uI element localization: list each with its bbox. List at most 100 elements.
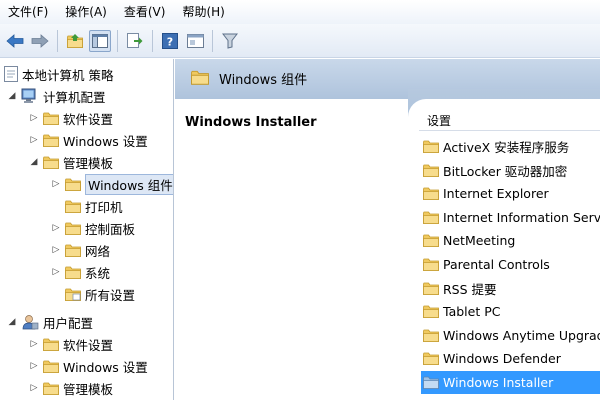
list-item[interactable]: Parental Controls	[421, 253, 600, 276]
folder-icon	[423, 164, 439, 177]
computer-icon	[21, 88, 36, 103]
folder-icon	[43, 156, 59, 169]
menu-file[interactable]: 文件(F)	[0, 0, 57, 24]
svg-text:?: ?	[167, 35, 173, 48]
toolbar-separator	[212, 29, 213, 52]
tree-item-label: 管理模板	[63, 381, 114, 397]
collapsed-arrow-icon[interactable]: ▷	[50, 267, 62, 277]
export-list-button[interactable]	[124, 30, 146, 52]
show-hide-tree-icon	[92, 33, 108, 48]
folder-icon	[423, 140, 439, 153]
folder-icon	[423, 352, 439, 365]
tree-item-admin-templates[interactable]: ◢ 管理模板	[28, 151, 113, 173]
tree-item-system[interactable]: ▷ 系统	[50, 261, 110, 283]
tree-item-user-admin-templates[interactable]: ▷ 管理模板	[28, 377, 113, 399]
folder-icon	[43, 338, 59, 351]
collapsed-arrow-icon[interactable]: ▷	[50, 245, 62, 255]
menu-view[interactable]: 查看(V)	[116, 0, 175, 24]
tree-item-label: 软件设置	[63, 337, 114, 353]
tree-item-label: Windows 设置	[63, 133, 148, 149]
tree-item-label: 管理模板	[63, 155, 114, 171]
tree-item-control-panel[interactable]: ▷ 控制面板	[50, 217, 135, 239]
details-pane: Windows 组件 Windows Installer 设置 ActiveX …	[175, 59, 600, 400]
tree-item-label: 软件设置	[63, 111, 114, 127]
tree-item-printers[interactable]: 打印机	[62, 195, 123, 217]
tree-item-all-settings[interactable]: 所有设置	[62, 283, 135, 305]
collapsed-arrow-icon[interactable]: ▷	[28, 135, 40, 145]
menu-bar: 文件(F) 操作(A) 查看(V) 帮助(H)	[0, 0, 600, 24]
expanded-arrow-icon[interactable]: ◢	[6, 317, 18, 327]
console-tree: 本地计算机 策略 ◢ 计算机配置 ▷ 软件设置 ▷ Windows 设置 ◢ 管…	[0, 59, 174, 400]
list-item-label: Windows Defender	[443, 351, 561, 367]
tree-item-user-windows-settings[interactable]: ▷ Windows 设置	[28, 355, 148, 377]
list-item[interactable]: NetMeeting	[421, 229, 600, 252]
help-button[interactable]: ?	[159, 30, 181, 52]
menu-help[interactable]: 帮助(H)	[174, 0, 233, 24]
folder-icon	[43, 382, 59, 395]
list-item-label: Windows Installer	[443, 375, 554, 390]
tree-item-root[interactable]: 本地计算机 策略	[4, 63, 113, 85]
list-item[interactable]: Internet Explorer	[421, 182, 600, 205]
list-item[interactable]: BitLocker 驱动器加密	[421, 159, 600, 182]
list-item[interactable]: Tablet PC	[421, 300, 600, 323]
forward-button[interactable]	[29, 30, 51, 52]
forward-arrow-icon	[31, 33, 49, 48]
toolbar-separator	[152, 29, 153, 52]
tree-item-label: 用户配置	[43, 315, 94, 331]
list-item[interactable]: Windows Installer	[421, 371, 600, 394]
toolbar-separator	[117, 29, 118, 52]
list-item[interactable]: Windows Anytime Upgrade	[421, 324, 600, 347]
properties-icon	[186, 33, 204, 48]
properties-button[interactable]	[184, 30, 206, 52]
collapsed-arrow-icon[interactable]: ▷	[50, 179, 62, 189]
folder-icon	[423, 234, 439, 247]
tree-item-label: 本地计算机 策略	[22, 67, 114, 83]
toolbar: ?	[0, 24, 600, 58]
collapsed-arrow-icon[interactable]: ▷	[28, 361, 40, 371]
filter-button[interactable]	[219, 30, 241, 52]
back-arrow-icon	[6, 33, 24, 48]
folder-icon	[423, 258, 439, 271]
header-folder-icon	[191, 70, 209, 85]
tree-item-user-software-settings[interactable]: ▷ 软件设置	[28, 333, 113, 355]
folder-icon	[65, 244, 81, 257]
list-item-label: Internet Information Services	[443, 209, 600, 225]
list-item-label: NetMeeting	[443, 233, 516, 249]
folder-icon	[43, 134, 59, 147]
tree-item-network[interactable]: ▷ 网络	[50, 239, 110, 261]
policy-document-icon	[4, 66, 18, 82]
settings-folder-icon	[65, 288, 81, 301]
tree-item-label: 控制面板	[85, 221, 136, 237]
menu-action[interactable]: 操作(A)	[57, 0, 116, 24]
collapsed-arrow-icon[interactable]: ▷	[28, 339, 40, 349]
folder-icon	[65, 266, 81, 279]
list-item[interactable]: Windows Defender	[421, 347, 600, 370]
list-item[interactable]: Internet Information Services	[421, 206, 600, 229]
collapsed-arrow-icon[interactable]: ▷	[50, 223, 62, 233]
tree-item-computer-config[interactable]: ◢ 计算机配置	[6, 85, 106, 107]
folder-icon	[423, 329, 439, 342]
filter-icon	[222, 33, 238, 49]
back-button[interactable]	[4, 30, 26, 52]
tree-item-windows-components[interactable]: ▷ Windows 组件	[50, 173, 173, 195]
tree-item-windows-settings[interactable]: ▷ Windows 设置	[28, 129, 148, 151]
folder-icon	[423, 305, 439, 318]
expanded-arrow-icon[interactable]: ◢	[28, 157, 40, 167]
tree-item-software-settings[interactable]: ▷ 软件设置	[28, 107, 113, 129]
tree-item-user-config[interactable]: ◢ 用户配置	[6, 311, 93, 333]
folder-icon	[65, 200, 81, 213]
show-hide-tree-button[interactable]	[89, 29, 111, 52]
collapsed-arrow-icon[interactable]: ▷	[28, 383, 40, 393]
up-folder-icon	[67, 33, 83, 48]
description-title: Windows Installer	[185, 115, 317, 130]
collapsed-arrow-icon[interactable]: ▷	[28, 113, 40, 123]
column-header-setting[interactable]: 设置	[419, 111, 600, 131]
folder-icon	[423, 187, 439, 200]
expanded-arrow-icon[interactable]: ◢	[6, 91, 18, 101]
header-title: Windows 组件	[219, 73, 308, 88]
list-item[interactable]: RSS 提要	[421, 277, 600, 300]
list-item[interactable]: ActiveX 安装程序服务	[421, 135, 600, 158]
list-item-label: RSS 提要	[443, 281, 497, 297]
folder-icon	[43, 360, 59, 373]
up-button[interactable]	[64, 30, 86, 52]
